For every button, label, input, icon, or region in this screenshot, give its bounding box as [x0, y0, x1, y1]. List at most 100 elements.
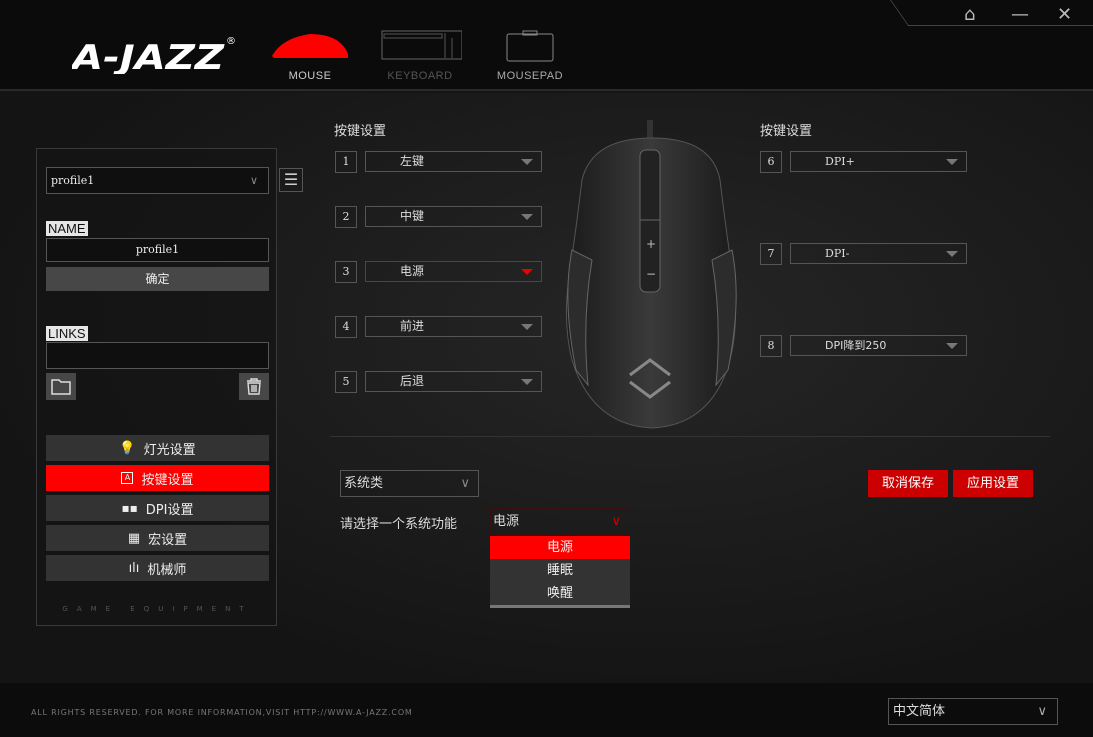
key-number: 7 [760, 243, 782, 265]
key-select-7[interactable]: DPI- [790, 243, 967, 264]
function-prompt: 请选择一个系统功能 [340, 517, 458, 532]
menu-label: DPI设置 [145, 502, 194, 518]
key-select-2[interactable]: 中键 [365, 206, 542, 227]
chevron-down-icon: ∨ [460, 476, 470, 491]
grid-icon: ▪▪ [121, 501, 138, 515]
key-number: 1 [335, 151, 357, 173]
bulb-icon: 💡 [119, 440, 136, 456]
right-keys-title: 按键设置 [760, 124, 813, 139]
key-number: 5 [335, 371, 357, 393]
menu-lighting[interactable]: 💡 灯光设置 [46, 435, 269, 461]
name-label: NAME [46, 221, 88, 236]
caret-down-icon [946, 251, 958, 257]
keyboard-icon [381, 30, 463, 60]
function-select[interactable]: 电源 ∨ [490, 508, 630, 535]
svg-text:+: + [646, 237, 656, 251]
function-options: 电源 睡眠 唤醒 [490, 536, 630, 608]
tab-label: KEYBOARD [387, 70, 453, 82]
ajazz-logo: A-JAZZ ® [68, 32, 242, 78]
mouse-icon [272, 34, 348, 58]
tab-label: MOUSEPAD [496, 70, 564, 82]
language-select[interactable]: 中文简体 ∨ [888, 698, 1058, 725]
tab-mouse[interactable]: MOUSE [270, 30, 350, 82]
caret-down-icon [521, 159, 533, 165]
key-select-8[interactable]: DPI降到250 [790, 335, 967, 356]
key-number: 8 [760, 335, 782, 357]
option-sleep[interactable]: 睡眠 [490, 559, 630, 582]
language-value: 中文简体 [893, 704, 946, 719]
profile-select[interactable]: profile1 ∨ [46, 167, 269, 194]
key-value: DPI- [825, 247, 850, 260]
key-number: 3 [335, 261, 357, 283]
name-input[interactable]: profile1 [46, 238, 269, 262]
key-select-6[interactable]: DPI+ [790, 151, 967, 172]
option-wake[interactable]: 唤醒 [490, 582, 630, 605]
menu-label: 宏设置 [148, 532, 188, 548]
footer: ALL RIGHTS RESERVED. FOR MORE INFORMATIO… [0, 683, 1093, 737]
key-select-1[interactable]: 左键 [365, 151, 542, 172]
function-value: 电源 [493, 514, 520, 529]
close-icon[interactable]: ✕ [1057, 4, 1072, 25]
key-number: 2 [335, 206, 357, 228]
profile-panel: profile1 ∨ NAME profile1 确定 LINKS 💡 灯光设置 … [36, 148, 277, 626]
menu-label: 按键设置 [141, 472, 194, 488]
mouse-image: + − [562, 120, 742, 436]
confirm-button[interactable]: 确定 [46, 267, 269, 291]
menu-mechanic[interactable]: ılı 机械师 [46, 555, 269, 581]
menu-label: 机械师 [147, 562, 187, 578]
caret-down-icon [521, 214, 533, 220]
key-number: 6 [760, 151, 782, 173]
folder-icon [51, 379, 71, 395]
caret-down-icon [521, 269, 533, 275]
key-select-4[interactable]: 前进 [365, 316, 542, 337]
category-select[interactable]: 系统类 ∨ [340, 470, 479, 497]
menu-macro[interactable]: ▦ 宏设置 [46, 525, 269, 551]
tagline: GAME EQUIPMENT [62, 605, 253, 613]
profile-select-value: profile1 [51, 174, 95, 187]
menu-icon[interactable]: ☰ [279, 168, 303, 192]
svg-text:®: ® [226, 36, 236, 47]
key-icon: A [121, 472, 134, 484]
key-value: DPI降到250 [825, 339, 887, 352]
key-number: 4 [335, 316, 357, 338]
mousepad-icon [506, 30, 554, 62]
header: A-JAZZ ® MOUSE KEYBOARD MOUSEPAD ⌂ — ✕ [0, 0, 1093, 91]
key-value: DPI+ [825, 155, 855, 168]
links-label: LINKS [46, 326, 88, 341]
links-input[interactable] [46, 342, 269, 369]
caret-down-icon [946, 159, 958, 165]
folder-button[interactable] [46, 373, 76, 400]
trash-icon [247, 378, 261, 395]
apply-settings-button[interactable]: 应用设置 [953, 470, 1033, 497]
chevron-down-icon: ∨ [1037, 704, 1047, 719]
svg-text:A-JAZZ: A-JAZZ [72, 38, 226, 74]
home-icon[interactable]: ⌂ [964, 4, 975, 25]
left-keys-title: 按键设置 [334, 124, 387, 139]
calculator-icon: ▦ [127, 530, 141, 546]
key-value: 前进 [400, 319, 425, 333]
minimize-icon[interactable]: — [1011, 4, 1029, 25]
menu-key-settings[interactable]: A 按键设置 [46, 465, 269, 491]
chevron-down-icon: ∨ [611, 514, 621, 529]
key-value: 电源 [400, 264, 425, 278]
caret-down-icon [521, 324, 533, 330]
chevron-down-icon: ∨ [249, 174, 258, 187]
cancel-save-button[interactable]: 取消保存 [868, 470, 948, 497]
caret-down-icon [946, 343, 958, 349]
delete-button[interactable] [239, 373, 269, 400]
tab-label: MOUSE [288, 70, 332, 82]
tab-mousepad[interactable]: MOUSEPAD [490, 30, 570, 82]
svg-text:−: − [646, 267, 656, 281]
copyright-text: ALL RIGHTS RESERVED. FOR MORE INFORMATIO… [31, 708, 413, 717]
tab-keyboard[interactable]: KEYBOARD [375, 30, 465, 82]
menu-dpi[interactable]: ▪▪ DPI设置 [46, 495, 269, 521]
key-value: 中键 [400, 209, 425, 223]
divider [330, 436, 1050, 437]
key-select-5[interactable]: 后退 [365, 371, 542, 392]
equalizer-icon: ılı [128, 560, 140, 576]
key-value: 后退 [400, 374, 425, 388]
category-value: 系统类 [344, 476, 384, 491]
menu-label: 灯光设置 [143, 442, 196, 458]
key-select-3[interactable]: 电源 [365, 261, 542, 282]
option-power[interactable]: 电源 [490, 536, 630, 559]
